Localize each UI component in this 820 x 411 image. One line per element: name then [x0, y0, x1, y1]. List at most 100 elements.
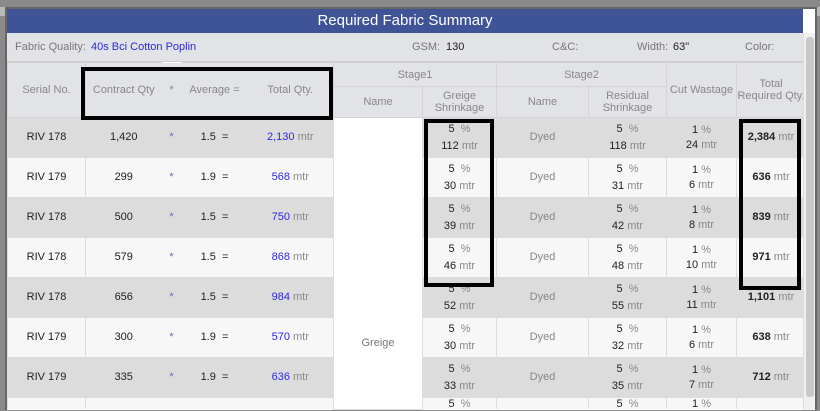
stage2-name-cell: Dyed	[496, 117, 589, 158]
total-cell: 984 mtr	[247, 277, 334, 318]
required-cell: 2,384 mtr	[736, 117, 806, 158]
cell-text: 1	[692, 203, 699, 216]
residual-cell: 5 % 48 mtr	[588, 237, 667, 278]
cell-text: %	[628, 282, 639, 295]
cell-text: 46	[443, 259, 457, 272]
star-cell: *	[161, 197, 182, 238]
cell-text: RIV 178	[26, 251, 67, 263]
cell-text: =	[221, 251, 229, 263]
cell-text: Dyed	[529, 171, 556, 183]
cell-text: *	[169, 371, 174, 383]
cell-text: mtr	[293, 371, 309, 383]
cc-label: C&C:	[552, 41, 579, 53]
cell-text: 1	[692, 243, 699, 256]
cell-text: 5	[616, 162, 623, 175]
cell-text: RIV 178	[26, 131, 67, 143]
cell-text: mtr	[627, 259, 644, 272]
cell-text: 984	[271, 291, 290, 303]
cell-text: 5	[448, 202, 455, 215]
required-cell: 971 mtr	[736, 237, 806, 278]
cell-text: 570	[271, 331, 290, 343]
cell-text: 5	[448, 162, 455, 175]
cell-text: *	[169, 171, 174, 183]
col-stage1: Stage1	[333, 62, 497, 87]
col-stage2: Stage2	[496, 62, 667, 87]
width-value: 63"	[673, 41, 690, 53]
col-star: *	[161, 62, 182, 118]
cell-text: 30	[443, 179, 457, 192]
cut-cell: 1 % 6 mtr	[666, 157, 737, 198]
cell-text: RIV 179	[26, 371, 67, 383]
cell-text: *	[169, 291, 174, 303]
contract-cell: 1,420	[85, 117, 162, 158]
cell-text: %	[701, 243, 711, 256]
cell-text: mtr	[293, 331, 309, 343]
required-cell: 712 mtr	[736, 357, 806, 398]
average-cell: 1.5 =	[181, 197, 248, 238]
greige-cell: 5 % 39 mtr	[422, 197, 497, 238]
cell-text: 118	[609, 139, 627, 152]
cut-cell: 1 % 7 mtr	[666, 357, 737, 398]
color-label: Color:	[745, 41, 775, 53]
stage2-name-cell: Dyed	[496, 157, 589, 198]
total-cell: 2,130 mtr	[247, 117, 334, 158]
scrollbar-thumb[interactable]	[806, 37, 814, 397]
cell-text: mtr	[773, 331, 790, 343]
cell-text: Dyed	[529, 371, 556, 383]
cell-text: mtr	[698, 378, 715, 391]
cell-text: RIV 178	[26, 291, 67, 303]
fabric-info-bar: Fabric Quality: 40s Bci Cotton Poplin GS…	[7, 33, 803, 62]
cell-text: mtr	[698, 338, 715, 351]
cell-text: %	[628, 242, 639, 255]
serial-cell: RIV 178	[7, 117, 86, 158]
serial-cell: RIV 178	[7, 237, 86, 278]
cell-text: %	[701, 203, 711, 216]
average-cell: 1.5 =	[181, 277, 248, 318]
cell-text: 5	[616, 362, 623, 375]
stage2-name-cell: Dyed	[496, 277, 589, 318]
cell-text: mtr	[293, 171, 309, 183]
cell-text: 2,384	[747, 131, 776, 143]
serial-cell: RIV 178	[7, 277, 86, 318]
cell-text: 300	[114, 331, 133, 343]
average-cell: 1.5 =	[181, 117, 248, 158]
cell-text: mtr	[627, 219, 644, 232]
col-required: Total Required Qty.	[736, 62, 806, 118]
col-contract: Contract Qty	[85, 62, 162, 118]
cell-text: mtr	[627, 379, 644, 392]
stage2-name-cell: Dyed	[496, 357, 589, 398]
cell-text: mtr	[627, 339, 644, 352]
cell-text: %	[628, 362, 639, 375]
cell-text: 1.9	[200, 331, 216, 343]
residual-cell: 5 % 35 mtr	[588, 357, 667, 398]
cell-text: %	[628, 398, 639, 410]
cell-text: 1	[692, 163, 699, 176]
cell-text: 839	[752, 211, 771, 223]
scrollbar[interactable]	[803, 33, 815, 410]
average-cell: 1.9 =	[181, 357, 248, 398]
cell-text: mtr	[701, 138, 718, 151]
stage2-name-cell: Dyed	[496, 237, 589, 278]
cell-text: Dyed	[529, 131, 556, 143]
cell-text: mtr	[627, 179, 644, 192]
cell-text: 1	[692, 323, 699, 336]
cell-text: 1	[692, 123, 699, 136]
cell-text: 712	[752, 371, 771, 383]
cell-text: %	[628, 322, 639, 335]
cell-text: %	[460, 362, 471, 375]
cell-text: 500	[114, 211, 133, 223]
cell-text: mtr	[773, 171, 790, 183]
stage1-name-cell: Greige	[333, 117, 423, 410]
cell-text: 335	[114, 371, 133, 383]
cell-text: Dyed	[529, 331, 556, 343]
required-cell: 638 mtr	[736, 317, 806, 358]
cell-text: Dyed	[529, 251, 556, 263]
cell-text: 39	[443, 219, 457, 232]
cell-text: 1,420	[109, 131, 138, 143]
cell-text: mtr	[778, 291, 795, 303]
cell-text: 1.5	[200, 251, 216, 263]
cell-text: 1.5	[200, 131, 216, 143]
cell-text: 579	[114, 251, 133, 263]
modal-title: Required Fabric Summary	[7, 9, 803, 33]
gsm-value: 130	[446, 41, 465, 53]
